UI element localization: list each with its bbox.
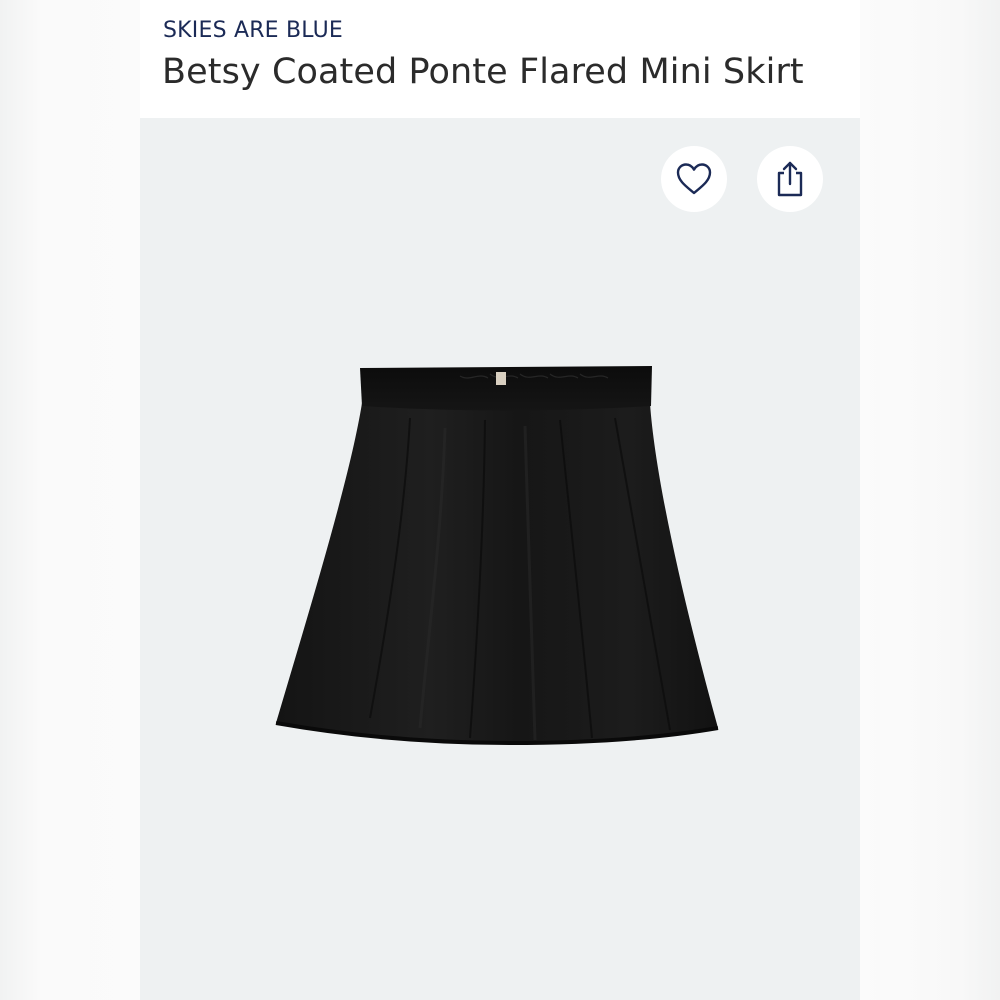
product-header: SKIES ARE BLUE Betsy Coated Ponte Flared… <box>140 0 860 118</box>
brand-name[interactable]: SKIES ARE BLUE <box>163 18 343 43</box>
product-image-area <box>140 118 860 1000</box>
share-button[interactable] <box>757 146 823 212</box>
favorite-button[interactable] <box>661 146 727 212</box>
product-page: SKIES ARE BLUE Betsy Coated Ponte Flared… <box>0 0 1000 1000</box>
product-image[interactable] <box>270 358 740 778</box>
heart-icon <box>676 163 712 195</box>
share-icon <box>777 161 803 197</box>
product-title: Betsy Coated Ponte Flared Mini Skirt <box>162 52 804 92</box>
